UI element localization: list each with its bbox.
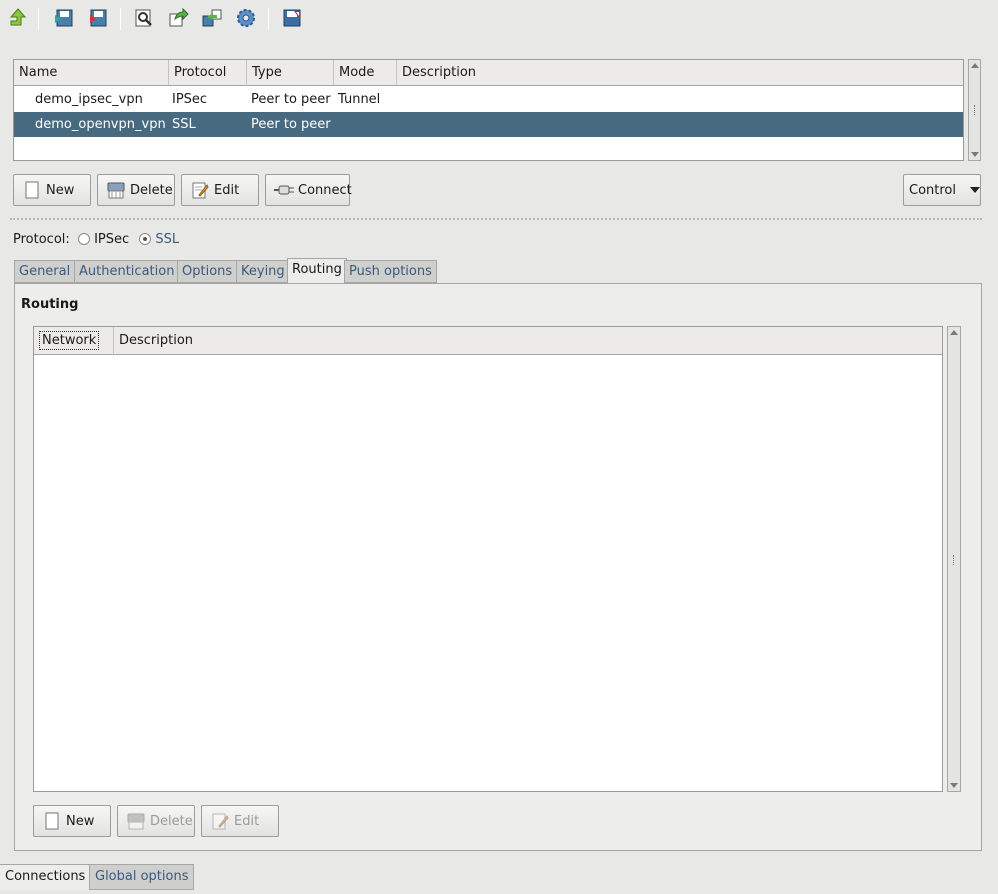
- protocol-option-ipsec[interactable]: IPSec: [77, 232, 130, 247]
- scroll-grip[interactable]: [973, 105, 976, 115]
- cell-protocol: SSL: [172, 117, 196, 132]
- delete-route-label: Delete: [150, 813, 193, 829]
- export-icon: [90, 9, 107, 27]
- network-header-label: Network: [39, 331, 100, 350]
- cell-name: demo_ipsec_vpn: [35, 92, 143, 107]
- toolbar-up-button[interactable]: [5, 5, 31, 31]
- new-route-label: New: [66, 813, 95, 829]
- protocol-selector: Protocol: IPSec SSL: [13, 231, 179, 249]
- plug-icon: [274, 180, 294, 200]
- cell-type: Peer to peer: [251, 92, 331, 107]
- scroll-up-icon[interactable]: [970, 63, 979, 68]
- toolbar-settings-button[interactable]: [233, 5, 259, 31]
- gear-icon: [237, 9, 255, 27]
- protocol-label: Protocol:: [13, 232, 70, 247]
- column-header-network[interactable]: Network: [34, 327, 114, 355]
- column-header-description[interactable]: Description: [114, 327, 942, 355]
- protocol-option-ssl[interactable]: SSL: [139, 232, 179, 247]
- magnifier-icon: [135, 9, 152, 27]
- toolbar-forward-button[interactable]: [165, 5, 191, 31]
- column-header-description[interactable]: Description: [397, 60, 963, 86]
- toolbar-transfer-button[interactable]: [199, 5, 225, 31]
- edit-connection-button[interactable]: Edit: [181, 174, 259, 206]
- import-icon: [55, 9, 73, 27]
- delete-route-button[interactable]: Delete: [117, 805, 195, 837]
- delete-label: Delete: [130, 182, 173, 198]
- cell-protocol: IPSec: [172, 92, 208, 107]
- table-row[interactable]: demo_ipsec_vpn IPSec Peer to peer Tunnel: [14, 87, 963, 112]
- routing-table[interactable]: Network Description: [33, 326, 943, 792]
- shredder-icon: [126, 811, 146, 831]
- dropdown-arrow-icon: [970, 187, 980, 193]
- toolbar-export-button[interactable]: [85, 5, 111, 31]
- new-document-icon: [22, 180, 42, 200]
- control-label: Control: [909, 182, 956, 198]
- connect-button[interactable]: Connect: [265, 174, 352, 206]
- cell-mode: Tunnel: [338, 92, 381, 107]
- toolbar-separator: [120, 8, 121, 30]
- routing-table-header: Network Description: [34, 327, 942, 355]
- forward-icon: [169, 7, 189, 27]
- transfer-icon: [202, 9, 222, 27]
- toolbar-separator: [38, 8, 39, 30]
- tab-authentication[interactable]: Authentication: [74, 260, 180, 283]
- routing-title: Routing: [21, 297, 79, 312]
- new-label: New: [46, 182, 75, 198]
- new-document-icon: [42, 811, 62, 831]
- toolbar-save-button[interactable]: [279, 5, 305, 31]
- edit-label: Edit: [214, 182, 240, 198]
- radio-ipsec[interactable]: [77, 233, 90, 245]
- edit-pencil-icon: [190, 180, 210, 200]
- column-header-mode[interactable]: Mode: [334, 60, 397, 86]
- routing-scrollbar[interactable]: [947, 326, 961, 792]
- scroll-grip[interactable]: [953, 555, 955, 565]
- bottom-tab-connections[interactable]: Connections: [0, 864, 91, 890]
- delete-connection-button[interactable]: Delete: [97, 174, 175, 206]
- edit-route-label: Edit: [234, 813, 260, 829]
- column-header-protocol[interactable]: Protocol: [169, 60, 247, 86]
- toolbar-separator: [268, 8, 269, 30]
- cell-type: Peer to peer: [251, 117, 331, 132]
- connect-label: Connect: [298, 182, 352, 198]
- ipsec-label: IPSec: [94, 232, 130, 247]
- control-dropdown-button[interactable]: Control: [903, 174, 981, 206]
- cell-name: demo_openvpn_vpn: [35, 117, 166, 132]
- connections-scrollbar[interactable]: [968, 59, 981, 161]
- radio-ssl[interactable]: [139, 233, 152, 245]
- table-row-selected[interactable]: demo_openvpn_vpn SSL Peer to peer: [14, 112, 963, 137]
- scroll-down-icon[interactable]: [950, 783, 958, 788]
- tab-push-options[interactable]: Push options: [344, 260, 437, 283]
- edit-pencil-icon: [210, 811, 230, 831]
- bottom-tab-global-options[interactable]: Global options: [89, 864, 195, 890]
- new-route-button[interactable]: New: [33, 805, 111, 837]
- shredder-icon: [106, 180, 126, 200]
- column-header-type[interactable]: Type: [247, 60, 334, 86]
- ssl-label: SSL: [155, 232, 180, 247]
- column-header-name[interactable]: Name: [14, 60, 169, 86]
- tab-routing[interactable]: Routing: [287, 258, 347, 283]
- tab-options[interactable]: Options: [177, 260, 238, 283]
- edit-route-button[interactable]: Edit: [201, 805, 279, 837]
- toolbar-import-button[interactable]: [51, 5, 77, 31]
- section-divider: [10, 218, 982, 220]
- up-arrow-icon: [9, 8, 27, 26]
- connections-table[interactable]: Name Protocol Type Mode Description demo…: [13, 59, 964, 161]
- tab-general[interactable]: General: [14, 260, 76, 283]
- save-icon: [283, 9, 301, 27]
- scroll-down-icon[interactable]: [970, 152, 979, 157]
- toolbar: [0, 0, 998, 40]
- toolbar-search-button[interactable]: [131, 5, 157, 31]
- connections-table-header: Name Protocol Type Mode Description: [14, 60, 963, 86]
- tab-keying[interactable]: Keying: [236, 260, 290, 283]
- scroll-up-icon[interactable]: [950, 330, 958, 335]
- new-connection-button[interactable]: New: [13, 174, 91, 206]
